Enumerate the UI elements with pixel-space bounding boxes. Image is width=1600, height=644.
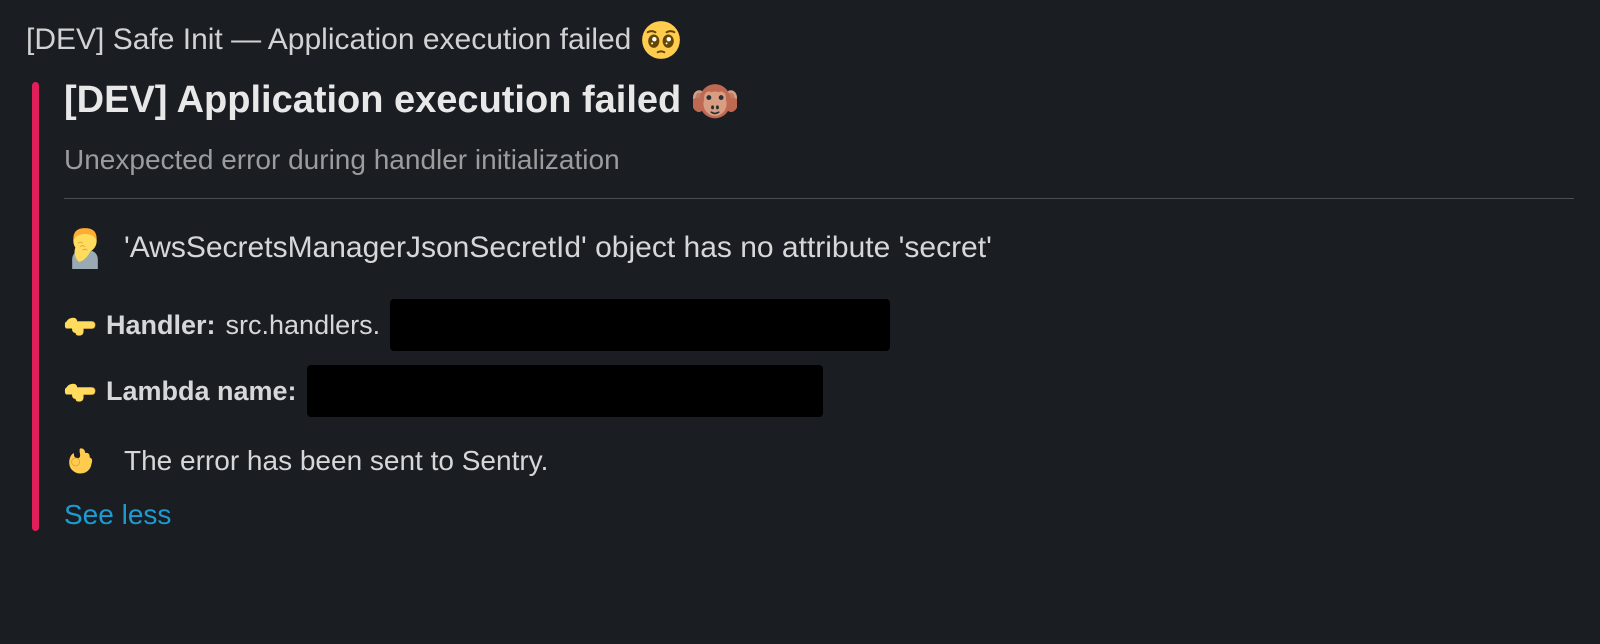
hear-no-evil-monkey-emoji: [693, 78, 737, 122]
sentry-text: The error has been sent to Sentry.: [124, 445, 548, 477]
sentry-line: The error has been sent to Sentry.: [64, 445, 1574, 477]
lambda-field: Lambda name:: [64, 365, 1574, 417]
pleading-face-emoji: [641, 20, 681, 60]
redacted-block: [390, 299, 890, 351]
handler-field: Handler: src.handlers.: [64, 299, 1574, 351]
message-preview: [DEV] Safe Init — Application execution …: [26, 20, 1574, 60]
redacted-block: [307, 365, 823, 417]
preview-text: [DEV] Safe Init — Application execution …: [26, 23, 631, 57]
attachment-subtitle: Unexpected error during handler initiali…: [64, 144, 1574, 176]
attachment-color-bar: [32, 82, 39, 531]
message-container: [DEV] Safe Init — Application execution …: [0, 0, 1600, 531]
handler-value: src.handlers.: [226, 310, 381, 341]
error-message: 'AwsSecretsManagerJsonSecretId' object h…: [124, 231, 992, 265]
error-line: 'AwsSecretsManagerJsonSecretId' object h…: [64, 227, 1574, 269]
see-less-toggle[interactable]: See less: [64, 499, 171, 531]
lambda-label: Lambda name:: [106, 376, 297, 407]
facepalm-emoji: [64, 227, 106, 269]
attachment-block: [DEV] Application execution failed: [26, 78, 1574, 531]
pointing-right-emoji: [64, 309, 96, 341]
pointing-right-emoji: [64, 375, 96, 407]
divider: [64, 198, 1574, 199]
ok-hand-emoji: [64, 445, 96, 477]
attachment-title: [DEV] Application execution failed: [64, 79, 681, 122]
attachment-title-line: [DEV] Application execution failed: [64, 78, 1574, 122]
handler-label: Handler:: [106, 310, 216, 341]
